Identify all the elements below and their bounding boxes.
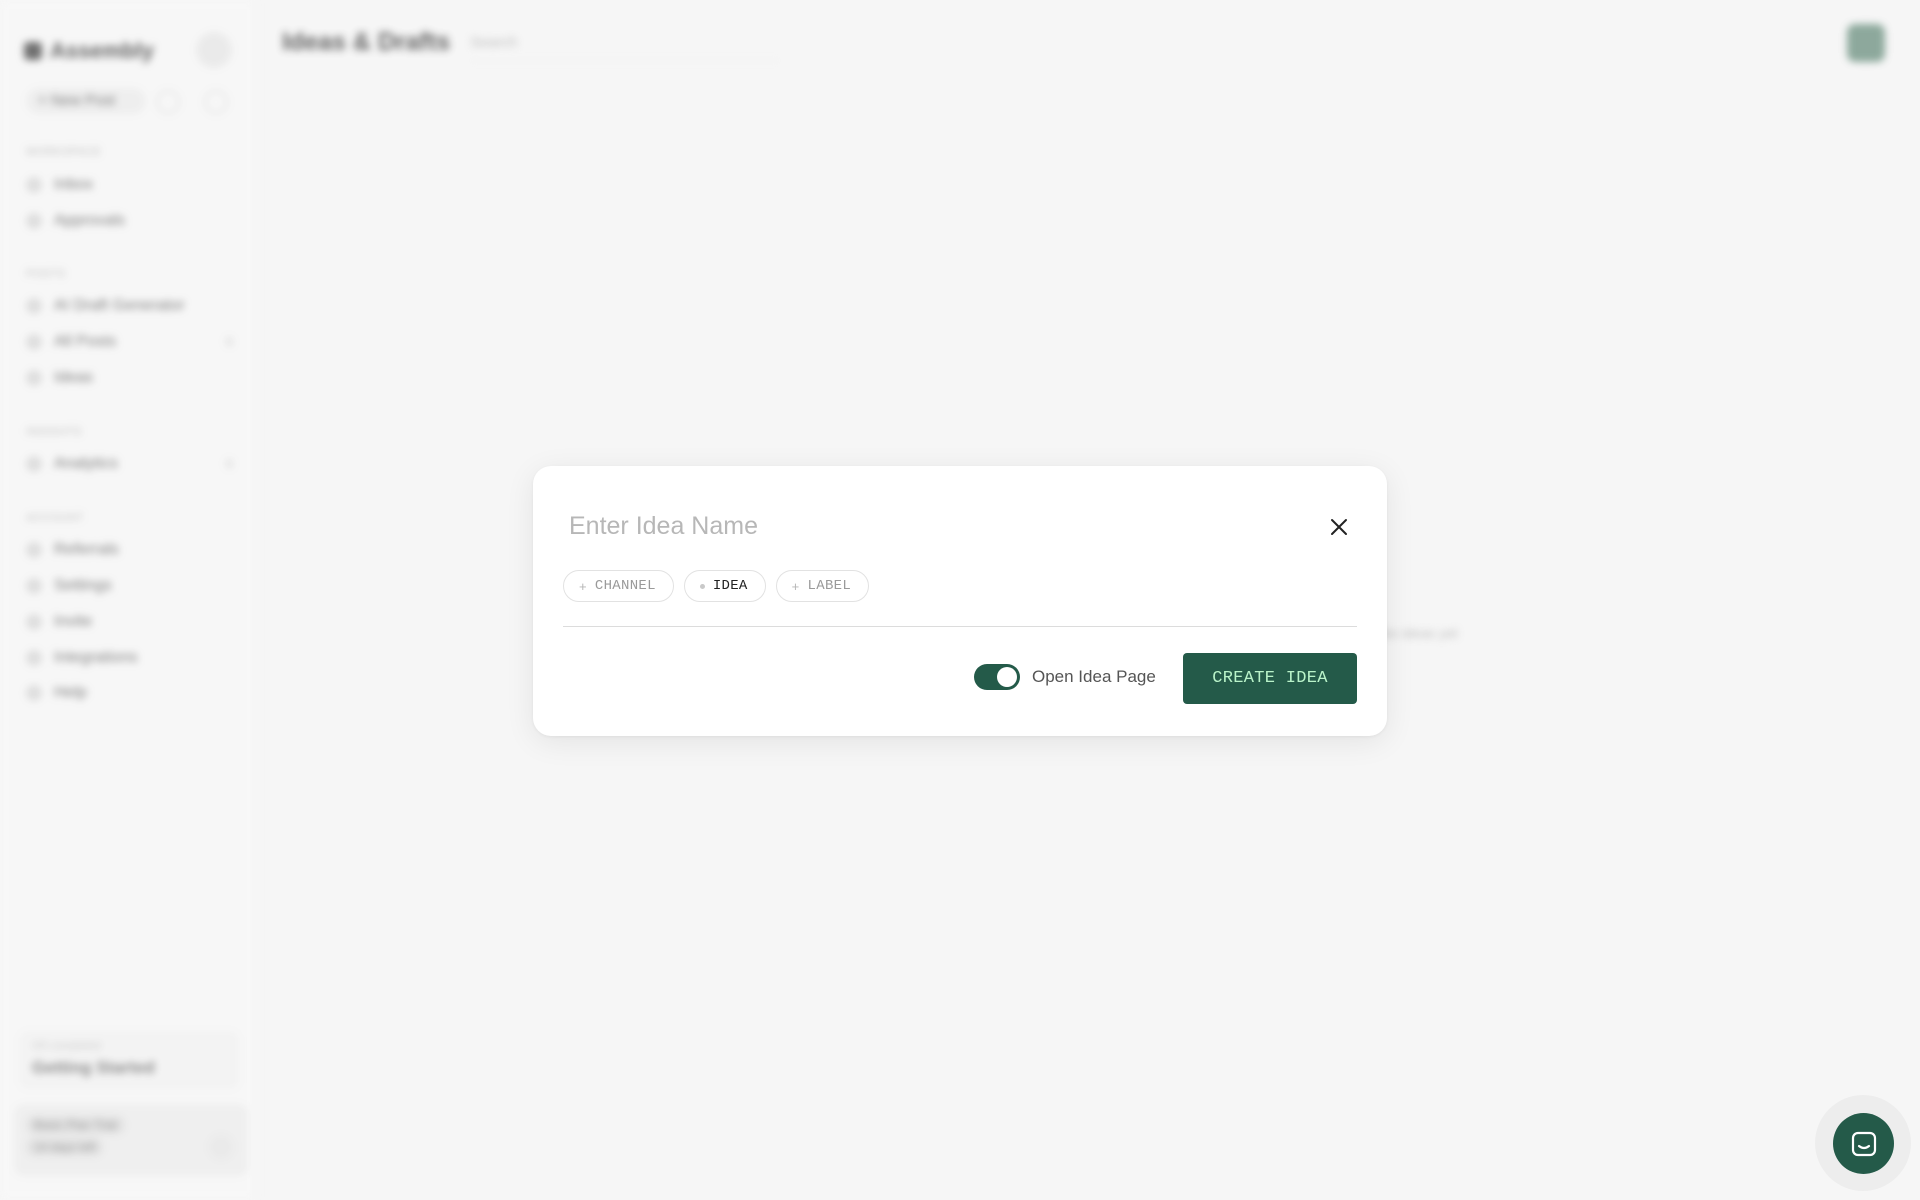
approvals-icon (26, 213, 42, 229)
posts-icon (26, 334, 42, 350)
sidebar-item-label: Integrations (54, 649, 138, 666)
inbox-icon (26, 177, 42, 193)
sidebar-item-label: Referrals (54, 541, 119, 558)
plus-icon: + (791, 578, 800, 594)
idea-chip[interactable]: IDEA (683, 570, 766, 602)
trial-plan: Basic Plan Trial (26, 1116, 125, 1134)
plus-icon: + (579, 578, 587, 594)
sidebar-item-ai-draft[interactable]: AI Draft Generator (26, 297, 185, 315)
gift-icon (26, 542, 42, 558)
sidebar-item-invite[interactable]: Invite (26, 613, 92, 631)
close-icon (1331, 519, 1347, 535)
gear-icon (26, 578, 42, 594)
notifications-button[interactable] (196, 32, 232, 68)
brand-mark-icon (24, 42, 42, 60)
sidebar-item-integrations[interactable]: Integrations (26, 649, 138, 667)
modal-divider (563, 626, 1357, 627)
sidebar-item-label: All Posts (54, 333, 117, 350)
count-badge: 0 (226, 335, 233, 349)
sidebar: Assembly + New Post WORKSPACE Inbox Appr… (0, 0, 256, 1200)
lightbulb-icon (26, 370, 42, 386)
chip-row: + CHANNEL IDEA + LABEL (563, 570, 870, 602)
user-plus-icon (26, 614, 42, 630)
getting-started-card[interactable]: 0/5 completed Getting Started (18, 1030, 240, 1090)
page-title: Ideas & Drafts (282, 28, 451, 56)
section-label-workspace: WORKSPACE (26, 146, 102, 158)
sidebar-item-inbox[interactable]: Inbox (26, 176, 93, 194)
channel-chip[interactable]: + CHANNEL (563, 570, 674, 602)
avatar[interactable] (1847, 24, 1885, 62)
toggle-label: Open Idea Page (1032, 667, 1156, 686)
section-label-insights: INSIGHTS (26, 426, 82, 438)
sidebar-item-referrals[interactable]: Referrals (26, 541, 119, 559)
search-icon[interactable] (204, 90, 228, 114)
sidebar-item-label: Settings (54, 577, 112, 594)
section-label-posts: POSTS (26, 268, 66, 280)
create-idea-modal: + CHANNEL IDEA + LABEL Open Idea Page CR… (533, 466, 1387, 736)
sidebar-item-label: AI Draft Generator (54, 297, 185, 314)
search-field[interactable]: Search (470, 34, 518, 51)
close-button[interactable] (1318, 506, 1360, 548)
chip-label: LABEL (807, 578, 852, 594)
link-icon (26, 650, 42, 666)
getting-started-progress: 0/5 completed (32, 1040, 102, 1052)
sidebar-item-label: Invite (54, 613, 93, 630)
sidebar-item-help[interactable]: Help (26, 684, 87, 702)
sidebar-item-label: Ideas (54, 369, 94, 386)
create-idea-button[interactable]: CREATE IDEA (1183, 653, 1357, 704)
getting-started-title: Getting Started (32, 1058, 155, 1077)
chat-launcher-button[interactable] (1833, 1113, 1894, 1174)
sidebar-item-ideas[interactable]: Ideas (26, 369, 93, 387)
trial-days: 14 days left (26, 1138, 104, 1156)
help-icon (26, 685, 42, 701)
chip-label: IDEA (712, 578, 748, 594)
sidebar-item-label: Help (54, 684, 87, 701)
sidebar-item-label: Analytics (54, 455, 119, 472)
section-label-account: ACCOUNT (26, 512, 84, 524)
open-idea-page-toggle-group: Open Idea Page (974, 664, 1156, 690)
sidebar-item-analytics[interactable]: Analytics 0 (26, 455, 233, 473)
chart-icon (26, 456, 42, 472)
sidebar-item-settings[interactable]: Settings (26, 577, 112, 595)
sparkle-icon (26, 298, 42, 314)
sidebar-item-label: Inbox (54, 176, 94, 193)
empty-state-text: No ideas yet (1380, 625, 1458, 641)
new-post-button[interactable]: + New Post (26, 88, 146, 114)
brand-name: Assembly (50, 38, 154, 63)
toggle-knob (997, 667, 1017, 687)
trial-settings-icon[interactable] (208, 1134, 234, 1160)
brand-logo: Assembly (24, 38, 154, 64)
sidebar-item-all-posts[interactable]: All Posts 0 (26, 333, 233, 351)
count-badge: 0 (226, 457, 233, 471)
open-idea-page-toggle[interactable] (974, 664, 1020, 690)
status-dot-icon (699, 583, 705, 589)
sidebar-item-approvals[interactable]: Approvals (26, 212, 125, 230)
chat-bubble-icon (1851, 1131, 1876, 1156)
calendar-icon[interactable] (156, 90, 180, 114)
trial-box[interactable]: Basic Plan Trial 14 days left (14, 1104, 248, 1176)
chip-label: CHANNEL (594, 578, 656, 594)
label-chip[interactable]: + LABEL (775, 570, 870, 602)
search-underline (470, 60, 780, 61)
idea-name-input[interactable] (569, 506, 1249, 546)
sidebar-item-label: Approvals (54, 212, 126, 229)
